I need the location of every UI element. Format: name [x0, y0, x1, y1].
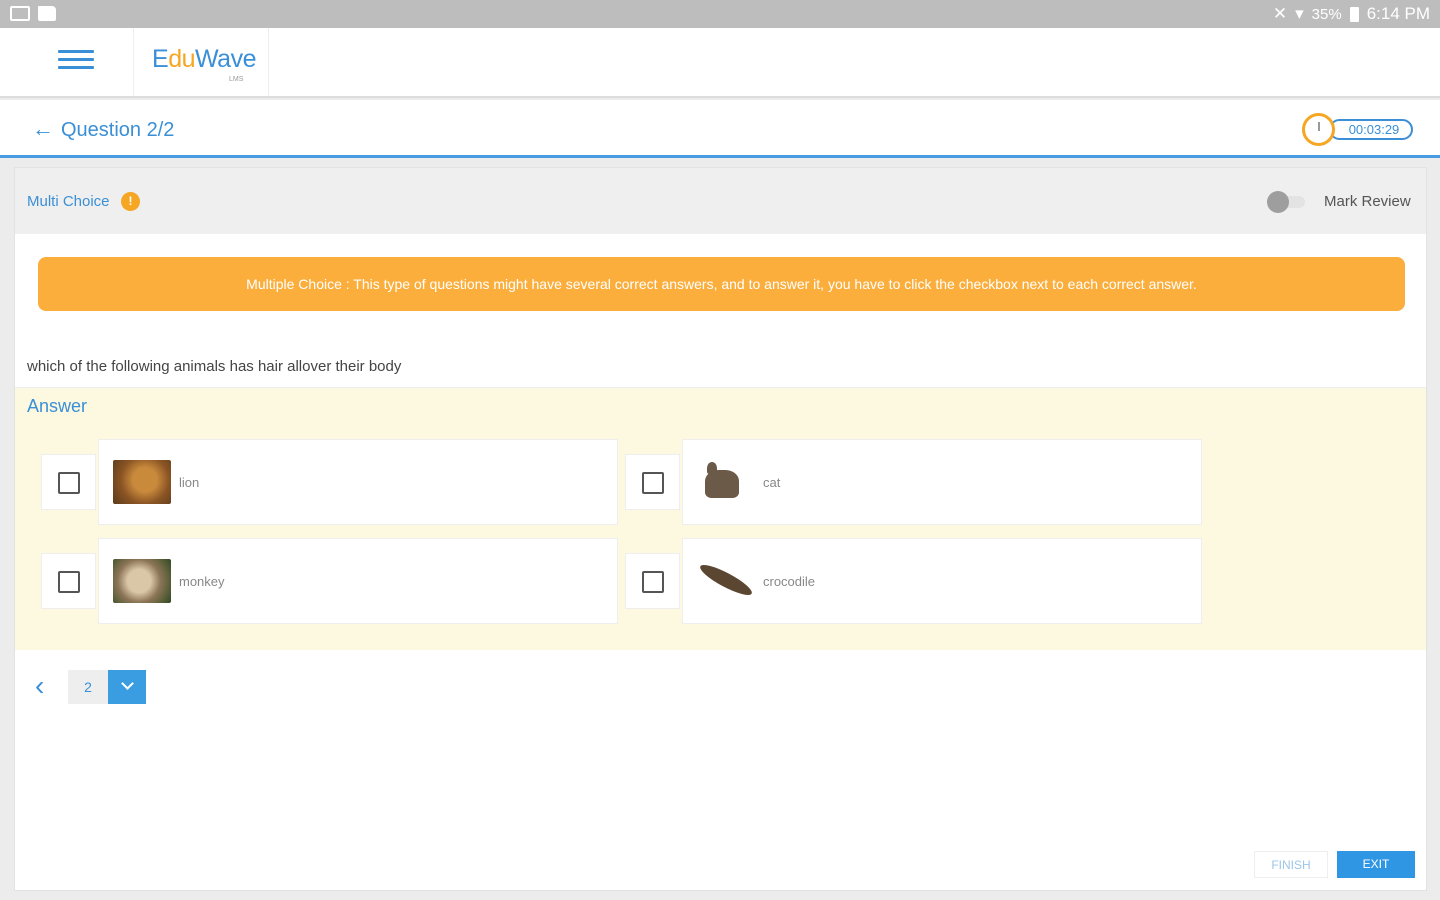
answer-option-label: crocodile — [763, 574, 816, 589]
battery-icon — [1349, 6, 1359, 22]
gallery-icon — [10, 6, 30, 21]
timer: 00:03:29 — [1302, 113, 1413, 146]
lion-image — [113, 460, 171, 504]
page-dropdown-button[interactable] — [108, 670, 146, 704]
logo-subtext: LMS — [229, 76, 244, 83]
finish-button[interactable]: FINISH — [1254, 851, 1328, 878]
answer-checkbox[interactable] — [58, 571, 80, 593]
answer-heading: Answer — [27, 396, 88, 416]
app-bar: EduWave LMS — [0, 28, 1440, 98]
answer-checkbox[interactable] — [58, 472, 80, 494]
mark-review-toggle[interactable] — [1265, 189, 1307, 213]
timer-value: 00:03:29 — [1329, 119, 1413, 140]
answer-option-panel[interactable]: crocodile — [682, 538, 1202, 624]
hamburger-menu-icon[interactable] — [58, 50, 94, 76]
wifi-icon: ▾ — [1295, 4, 1304, 23]
monkey-image — [113, 559, 171, 603]
clock-icon — [1302, 113, 1335, 146]
card-header: Multi Choice ! Mark Review — [15, 168, 1426, 234]
battery-percent: 35% — [1311, 5, 1342, 23]
instruction-banner: Multiple Choice : This type of questions… — [38, 257, 1405, 311]
question-header: ← Question 2/2 00:03:29 — [0, 100, 1440, 158]
question-title: Question 2/2 — [61, 119, 175, 141]
previous-question-icon[interactable]: ‹ — [35, 672, 44, 700]
question-text: which of the following animals has hair … — [27, 358, 402, 375]
answer-option-panel[interactable]: cat — [682, 439, 1202, 525]
question-card: Multi Choice ! Mark Review Multiple Choi… — [14, 167, 1427, 891]
mark-review-label: Mark Review — [1324, 193, 1411, 210]
answer-option-label: monkey — [179, 574, 225, 589]
answer-option-label: cat — [763, 475, 781, 490]
mute-icon: ✕ — [1272, 4, 1288, 23]
clock-time: 6:14 PM — [1366, 4, 1430, 23]
answer-area: Answer lion cat monkey crocodile — [15, 387, 1426, 650]
answer-option-label: lion — [179, 475, 200, 490]
cat-image — [697, 460, 755, 504]
exit-button[interactable]: EXIT — [1337, 851, 1415, 878]
question-type-label: Multi Choice — [27, 193, 110, 210]
back-arrow-icon[interactable]: ← — [32, 118, 54, 140]
current-page: 2 — [68, 670, 108, 704]
answer-checkbox[interactable] — [642, 571, 664, 593]
answer-option-panel[interactable]: lion — [98, 439, 618, 525]
system-status-bar: ✕ ▾ 35% 6:14 PM — [0, 0, 1440, 28]
crocodile-image — [697, 559, 755, 603]
chevron-down-icon — [120, 677, 134, 690]
eduwave-logo: EduWave — [152, 45, 256, 73]
folder-icon — [38, 6, 56, 21]
info-icon[interactable]: ! — [121, 192, 140, 211]
logo-container: EduWave LMS — [133, 28, 269, 96]
answer-checkbox[interactable] — [642, 472, 664, 494]
answer-option-panel[interactable]: monkey — [98, 538, 618, 624]
